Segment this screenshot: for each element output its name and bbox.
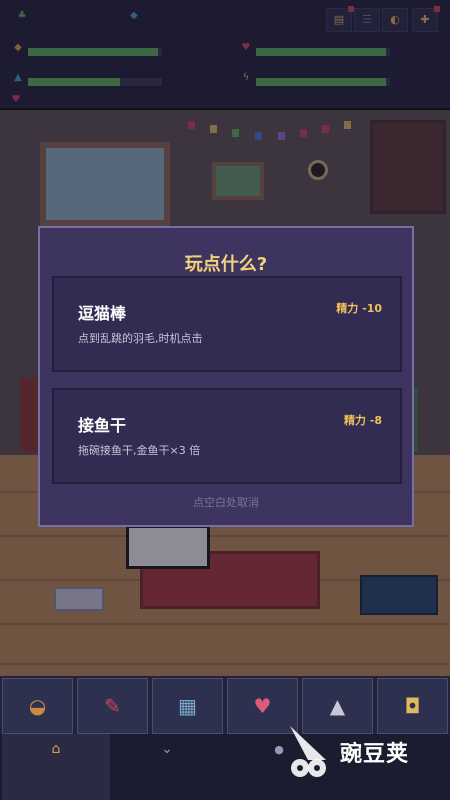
play-button[interactable]: ✎ [77,678,148,734]
heart-icon: ♥ [253,694,272,718]
option-desc: 拖碗接鱼干,金鱼干×3 倍 [78,444,201,457]
groom-button[interactable]: ▦ [152,678,223,734]
lock-icon: ● [274,743,284,756]
feather-toy-icon: ✎ [104,694,121,718]
watermark-text: 豌豆荚 [340,742,410,767]
watermark-logo: 豌豆荚 [286,724,436,780]
option-teaser-wand[interactable]: 逗猫棒 精力 -10 点到乱跳的羽毛,时机点击 [52,276,402,372]
modal-title: 玩点什么? [184,254,268,275]
option-name: 接鱼干 [78,416,127,435]
option-catch-fish[interactable]: 接鱼干 精力 -8 拖碗接鱼干,金鱼干×3 倍 [52,388,402,484]
option-name: 逗猫棒 [78,304,127,323]
option-cost: 精力 -10 [336,302,382,315]
option-cost: 精力 -8 [343,414,382,427]
tab-more[interactable]: ⌄ [112,734,222,800]
bag-icon: ◘ [404,694,421,718]
iron-icon: ▲ [329,694,346,718]
play-modal: 玩点什么? 逗猫棒 精力 -10 点到乱跳的羽毛,时机点击 接鱼干 精力 -8 … [38,226,414,527]
comb-icon: ▦ [178,694,197,718]
option-desc: 点到乱跳的羽毛,时机点击 [78,332,203,345]
house-icon: ⌂ [51,741,61,757]
tab-home[interactable]: ⌂ [2,734,110,800]
pea-pod-icon [290,726,326,777]
feed-button[interactable]: ◒ [2,678,73,734]
food-bowl-icon: ◒ [28,694,47,718]
chevron-down-icon: ⌄ [161,741,173,757]
cancel-hint: 点空白处取消 [193,496,259,509]
